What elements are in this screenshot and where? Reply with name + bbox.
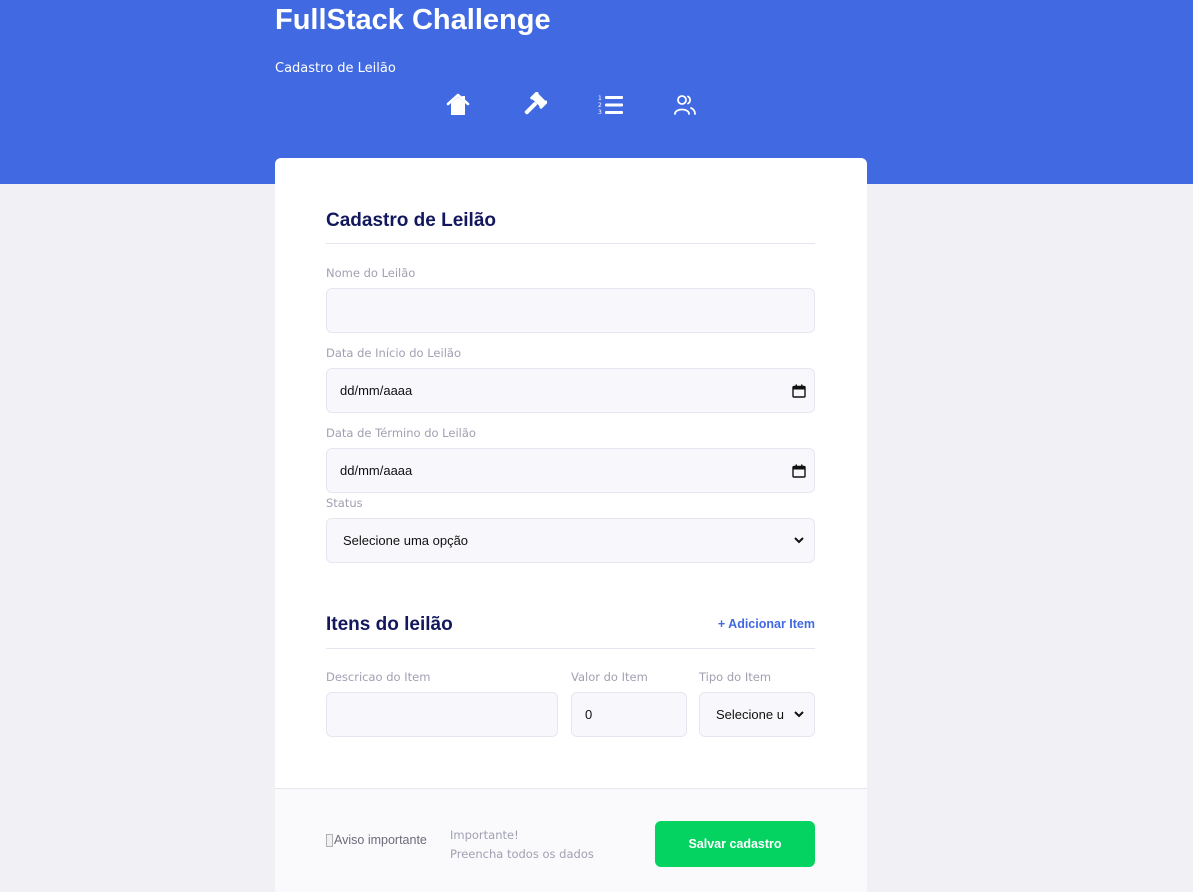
items-divider: [326, 648, 815, 649]
nav-list[interactable]: 1 2 3: [596, 90, 626, 120]
status-select[interactable]: Selecione uma opção: [326, 518, 815, 563]
notice: Importante! Preencha todos os dados: [450, 826, 594, 864]
svg-text:2: 2: [598, 102, 602, 109]
form-card: Cadastro de Leilão Nome do Leilão Data d…: [275, 158, 867, 892]
status-value: Selecione uma opção: [343, 533, 469, 548]
tipo-select[interactable]: Selecione um: [699, 692, 815, 737]
calendar-icon[interactable]: [784, 369, 814, 412]
tipo-label: Tipo do Item: [699, 670, 772, 684]
chevron-down-icon: [784, 519, 814, 562]
valor-input[interactable]: 0: [571, 692, 687, 737]
notice-title: Importante!: [450, 828, 519, 842]
app-title: FullStack Challenge: [275, 4, 551, 36]
svg-text:1: 1: [598, 95, 602, 102]
gavel-icon: [524, 92, 547, 115]
users-icon: [674, 95, 696, 115]
form-title: Cadastro de Leilão: [326, 210, 496, 231]
nome-input[interactable]: [326, 288, 815, 333]
broken-image-icon: [326, 833, 333, 847]
save-button[interactable]: Salvar cadastro: [655, 821, 815, 867]
page-subtitle: Cadastro de Leilão: [275, 61, 396, 76]
tipo-value: Selecione um: [716, 707, 784, 722]
ordered-list-icon: 1 2 3: [598, 95, 623, 116]
data-inicio-value: dd/mm/aaaa: [340, 383, 413, 398]
svg-text:3: 3: [598, 109, 602, 116]
valor-label: Valor do Item: [571, 670, 648, 684]
descricao-label: Descricao do Item: [326, 670, 431, 684]
data-termino-label: Data de Término do Leilão: [326, 426, 476, 440]
home-icon: [446, 93, 470, 115]
nav-users[interactable]: [670, 90, 700, 120]
form-divider: [326, 243, 815, 244]
descricao-input[interactable]: [326, 692, 558, 737]
nome-label: Nome do Leilão: [326, 266, 416, 280]
nav-auction[interactable]: [519, 90, 549, 120]
notice-text: Preencha todos os dados: [450, 847, 594, 861]
data-inicio-label: Data de Início do Leilão: [326, 346, 461, 360]
items-title: Itens do leilão: [326, 614, 453, 635]
data-inicio-input[interactable]: dd/mm/aaaa: [326, 368, 815, 413]
calendar-icon[interactable]: [784, 449, 814, 492]
warning-image: Aviso importante: [326, 833, 427, 847]
data-termino-input[interactable]: dd/mm/aaaa: [326, 448, 815, 493]
nav-bar: 1 2 3: [0, 90, 1193, 120]
form-footer: Aviso importante Importante! Preencha to…: [275, 788, 867, 892]
nav-home[interactable]: [443, 90, 473, 120]
status-label: Status: [326, 496, 363, 510]
add-item-link[interactable]: + Adicionar Item: [718, 617, 815, 631]
valor-value: 0: [585, 707, 593, 722]
data-termino-value: dd/mm/aaaa: [340, 463, 413, 478]
warning-image-alt: Aviso importante: [334, 833, 427, 847]
chevron-down-icon: [784, 693, 814, 736]
